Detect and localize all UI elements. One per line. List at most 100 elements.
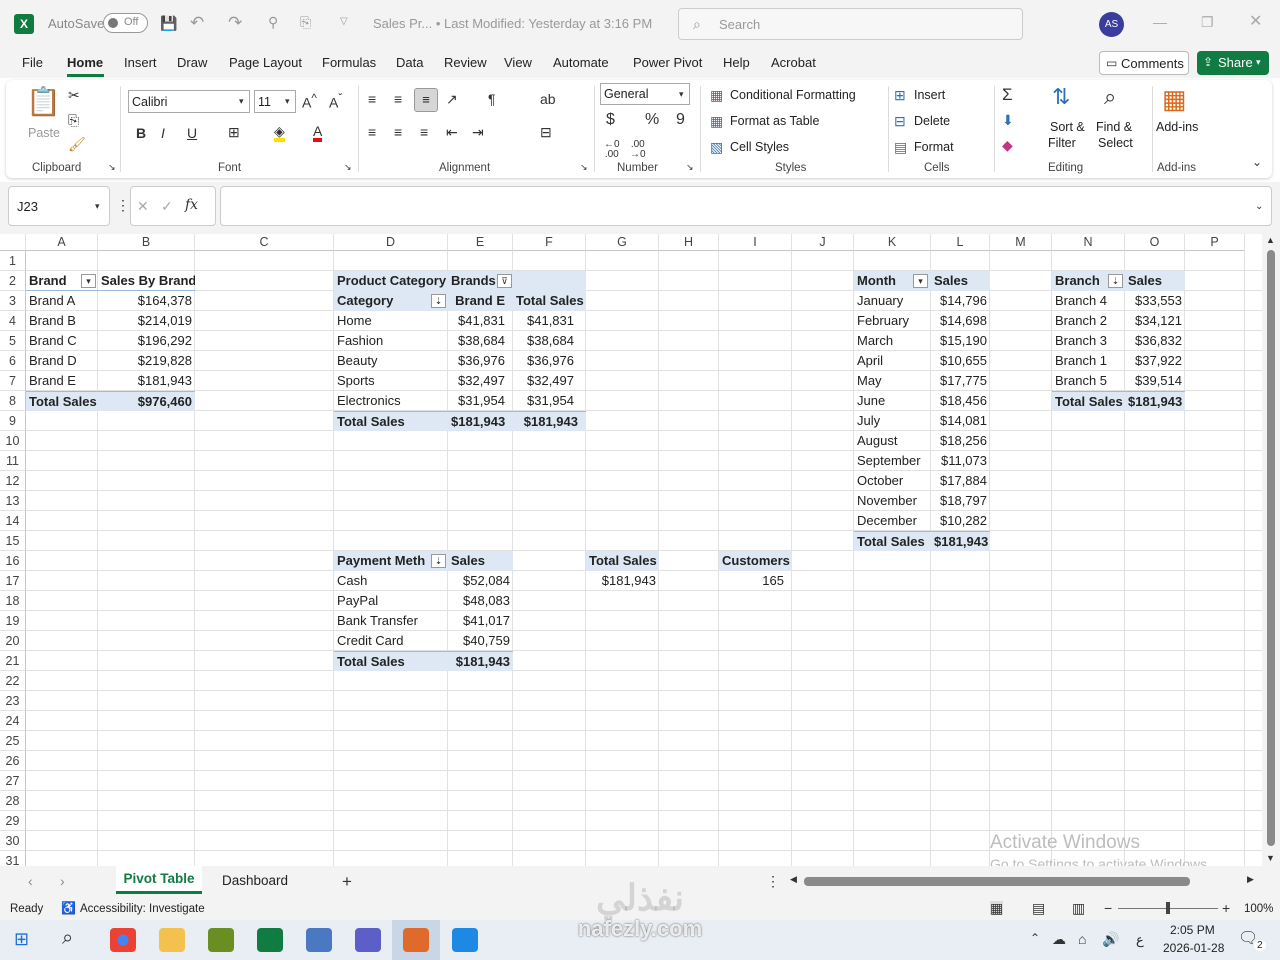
pivot-month-label[interactable]: July: [854, 411, 931, 431]
pinned-app-icon-2[interactable]: [452, 928, 478, 952]
number-format-select[interactable]: General ▾: [600, 83, 690, 105]
expand-formula-icon[interactable]: ⌄: [1255, 202, 1263, 212]
kpi-total-sales-value[interactable]: $181,943: [586, 571, 659, 591]
pivot-branch-value[interactable]: $34,121: [1125, 311, 1185, 331]
row-header-16[interactable]: 16: [0, 551, 26, 571]
increase-font-icon[interactable]: A^: [302, 93, 317, 110]
borders-icon[interactable]: ⊞: [228, 125, 240, 139]
app-icon[interactable]: [208, 928, 234, 952]
pivot-category-label[interactable]: Fashion: [334, 331, 448, 351]
pivot-category-total-value[interactable]: $36,976: [513, 351, 586, 371]
row-header-4[interactable]: 4: [0, 311, 26, 331]
pivot-month-value[interactable]: $17,775: [931, 371, 990, 391]
tab-page-layout[interactable]: Page Layout: [229, 55, 302, 70]
merge-center-icon[interactable]: ⊟: [540, 125, 552, 139]
scroll-down-icon[interactable]: ▼: [1266, 854, 1275, 863]
pivot-month-value[interactable]: $18,456: [931, 391, 990, 411]
pivot-month-label[interactable]: June: [854, 391, 931, 411]
collapse-ribbon-icon[interactable]: ⌄: [1252, 156, 1262, 168]
fill-icon[interactable]: ⬇: [1002, 113, 1014, 127]
minimize-icon[interactable]: —: [1153, 15, 1167, 29]
wrap-text-icon[interactable]: ab: [540, 92, 556, 106]
pinned-app-icon[interactable]: [403, 928, 429, 952]
pivot-category-total-value[interactable]: $41,831: [513, 311, 586, 331]
orientation-icon[interactable]: ↗: [446, 92, 458, 106]
vertical-scrollbar[interactable]: ▲ ▼: [1262, 234, 1280, 866]
cell-styles-button[interactable]: ▧ Cell Styles: [710, 138, 800, 158]
worksheet-grid[interactable]: ABCDEFGHIJKLMNOP 1 2 3 4 5 6 7 8 9 10 11 12 13 14 15 16…: [0, 234, 1262, 866]
copy-icon[interactable]: ⎘: [68, 113, 79, 127]
search-icon[interactable]: ⌕: [62, 928, 73, 948]
windows-start-icon[interactable]: ⊞: [14, 930, 29, 948]
pivot-month-label[interactable]: November: [854, 491, 931, 511]
cut-icon[interactable]: ✂: [68, 88, 80, 102]
language-indicator[interactable]: ع: [1136, 932, 1144, 948]
pivot-branch-label[interactable]: Branch 3: [1052, 331, 1125, 351]
pivot-month-total-label[interactable]: Total Sales: [854, 531, 931, 551]
sheet-tab-pivot-table[interactable]: Pivot Table: [116, 866, 202, 894]
pivot-branch-label[interactable]: Branch 1: [1052, 351, 1125, 371]
increase-decimal-icon[interactable]: ←0.00: [604, 140, 620, 160]
pivot-month-label[interactable]: August: [854, 431, 931, 451]
row-header-11[interactable]: 11: [0, 451, 26, 471]
tab-acrobat[interactable]: Acrobat: [771, 55, 816, 70]
decrease-font-icon[interactable]: Aˇ: [329, 93, 342, 110]
pivot-month-value[interactable]: $11,073: [931, 451, 990, 471]
tab-formulas[interactable]: Formulas: [322, 55, 376, 70]
column-header-K[interactable]: K: [854, 234, 931, 251]
column-header-B[interactable]: B: [98, 234, 195, 251]
pivot-month-label[interactable]: May: [854, 371, 931, 391]
scroll-left-icon[interactable]: ◀: [790, 875, 797, 884]
accessibility-status[interactable]: Accessibility: Investigate: [80, 903, 205, 915]
close-icon[interactable]: ✕: [1249, 14, 1262, 30]
row-header-27[interactable]: 27: [0, 771, 26, 791]
pivot-brand-value[interactable]: $214,019: [98, 311, 195, 331]
file-title[interactable]: Sales Pr... • Last Modified: Yesterday a…: [373, 16, 652, 31]
comma-style-icon[interactable]: 9: [676, 112, 685, 128]
pivot-category-brand-value[interactable]: $32,497: [448, 371, 513, 391]
next-sheet-icon[interactable]: ›: [60, 874, 65, 888]
pivot-branch-total-value[interactable]: $181,943: [1125, 391, 1185, 411]
row-header-25[interactable]: 25: [0, 731, 26, 751]
pivot-payment-value[interactable]: $48,083: [448, 591, 513, 611]
prev-sheet-icon[interactable]: ‹: [28, 874, 33, 888]
volume-icon[interactable]: 🔊: [1102, 932, 1119, 946]
pivot-month-value[interactable]: $18,797: [931, 491, 990, 511]
insert-cells-button[interactable]: ⊞ Insert: [894, 86, 974, 106]
column-header-P[interactable]: P: [1185, 234, 1245, 251]
teams-icon[interactable]: [355, 928, 381, 952]
sort-filter-dropdown-icon[interactable]: ⇣: [431, 554, 446, 568]
pivot-month-label[interactable]: September: [854, 451, 931, 471]
tab-view[interactable]: View: [504, 55, 532, 70]
tab-automate[interactable]: Automate: [553, 55, 609, 70]
tab-help[interactable]: Help: [723, 55, 750, 70]
column-header-C[interactable]: C: [195, 234, 334, 251]
pivot-branch-label[interactable]: Branch 4: [1052, 291, 1125, 311]
row-header-6[interactable]: 6: [0, 351, 26, 371]
redo-icon[interactable]: ↷: [228, 14, 242, 31]
more-options-icon[interactable]: ⋮: [766, 874, 780, 888]
accessibility-icon[interactable]: ♿: [61, 902, 76, 914]
currency-icon[interactable]: $: [606, 112, 615, 128]
sort-filter-button[interactable]: ⇅ Sort & Filter: [1046, 84, 1090, 154]
autosum-icon[interactable]: Σ: [1002, 86, 1013, 103]
row-header-28[interactable]: 28: [0, 791, 26, 811]
font-size-select[interactable]: 11 ▾: [254, 90, 296, 113]
pivot-brand-value[interactable]: $219,828: [98, 351, 195, 371]
undo-icon[interactable]: ↶: [190, 14, 204, 31]
pivot-category-total-value[interactable]: $32,497: [513, 371, 586, 391]
filter-funnel-icon[interactable]: ⊽: [497, 274, 512, 288]
column-header-I[interactable]: I: [719, 234, 792, 251]
pivot-brand-label[interactable]: Brand E: [26, 371, 98, 391]
row-header-3[interactable]: 3: [0, 291, 26, 311]
kpi-customers-label[interactable]: Customers: [719, 551, 792, 571]
avatar[interactable]: AS: [1099, 12, 1124, 37]
dialog-launcher-icon[interactable]: ↘: [686, 163, 694, 172]
pivot-category-label[interactable]: Electronics: [334, 391, 448, 411]
filter-dropdown-icon[interactable]: ▾: [913, 274, 928, 288]
sheet-tab-dashboard[interactable]: Dashboard: [210, 866, 300, 894]
column-header-G[interactable]: G: [586, 234, 659, 251]
align-top-icon[interactable]: ≡: [368, 92, 376, 106]
pivot-month-value[interactable]: $10,282: [931, 511, 990, 531]
pivot-brand-header-2[interactable]: Sales By Brand: [98, 271, 195, 291]
